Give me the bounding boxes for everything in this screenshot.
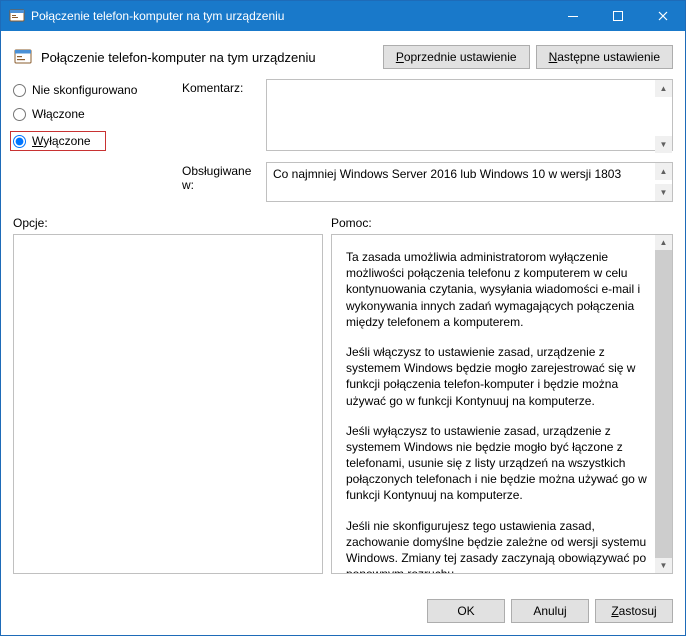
supported-scroll: ▲ ▼ [655,163,672,201]
gpo-dialog: Połączenie telefon-komputer na tym urząd… [0,0,686,636]
main-grid: Nie skonfigurowano Włączone Wyłączone Ko… [13,79,673,202]
scroll-down-icon[interactable]: ▼ [655,558,672,573]
radio-not-configured-input[interactable] [13,84,26,97]
scroll-down-icon[interactable]: ▼ [655,184,672,201]
cancel-button[interactable]: Anuluj [511,599,589,623]
help-paragraph: Jeśli nie skonfigurujesz tego ustawienia… [346,518,648,573]
next-setting-button[interactable]: Następne ustawienie [536,45,673,69]
options-panel [13,234,323,574]
radio-enabled[interactable]: Włączone [13,107,178,121]
close-button[interactable] [640,1,685,31]
page-title: Połączenie telefon-komputer na tym urząd… [41,50,375,65]
scrollbar-thumb[interactable] [655,250,672,557]
header-row: Połączenie telefon-komputer na tym urząd… [13,45,673,69]
titlebar: Połączenie telefon-komputer na tym urząd… [1,1,685,31]
supported-label: Obsługiwane w: [182,162,262,192]
window-controls [550,1,685,31]
lower-panels: Ta zasada umożliwia administratorom wyłą… [13,234,673,579]
comment-field-wrap: ▲ ▼ [266,79,673,154]
help-scrollbar[interactable]: ▲ ▼ [655,235,672,573]
comment-scroll: ▲ ▼ [655,80,672,153]
nav-buttons: Poprzednie ustawienie Następne ustawieni… [383,45,673,69]
help-panel: Ta zasada umożliwia administratorom wyłą… [331,234,673,574]
state-radios: Nie skonfigurowano Włączone Wyłączone [13,79,178,161]
radio-enabled-input[interactable] [13,108,26,121]
supported-field-wrap: Co najmniej Windows Server 2016 lub Wind… [266,162,673,202]
scroll-up-icon[interactable]: ▲ [655,163,672,180]
ok-button[interactable]: OK [427,599,505,623]
help-text: Ta zasada umożliwia administratorom wyłą… [332,235,672,573]
radio-not-configured[interactable]: Nie skonfigurowano [13,83,178,97]
radio-disabled[interactable]: Wyłączone [10,131,106,151]
comment-textarea[interactable] [266,79,673,151]
help-paragraph: Jeśli włączysz to ustawienie zasad, urzą… [346,344,648,409]
previous-setting-button[interactable]: Poprzednie ustawienie [383,45,530,69]
radio-not-configured-label: Nie skonfigurowano [32,83,137,97]
policy-icon [13,47,33,67]
comment-label: Komentarz: [182,79,262,95]
scroll-up-icon[interactable]: ▲ [655,235,672,250]
lower-labels: Opcje: Pomoc: [13,216,673,230]
app-icon [9,8,25,24]
window-title: Połączenie telefon-komputer na tym urząd… [31,9,550,23]
help-paragraph: Ta zasada umożliwia administratorom wyłą… [346,249,648,330]
radio-disabled-input[interactable] [13,135,26,148]
scroll-up-icon[interactable]: ▲ [655,80,672,97]
dialog-footer: OK Anuluj Zastosuj [1,589,685,635]
supported-text: Co najmniej Windows Server 2016 lub Wind… [266,162,673,202]
content-area: Połączenie telefon-komputer na tym urząd… [1,31,685,589]
radio-disabled-label: Wyłączone [32,134,91,148]
radio-enabled-label: Włączone [32,107,85,121]
apply-button[interactable]: Zastosuj [595,599,673,623]
scroll-down-icon[interactable]: ▼ [655,136,672,153]
minimize-button[interactable] [550,1,595,31]
help-paragraph: Jeśli wyłączysz to ustawienie zasad, urz… [346,423,648,504]
options-label: Opcje: [13,216,331,230]
help-label: Pomoc: [331,216,372,230]
maximize-button[interactable] [595,1,640,31]
